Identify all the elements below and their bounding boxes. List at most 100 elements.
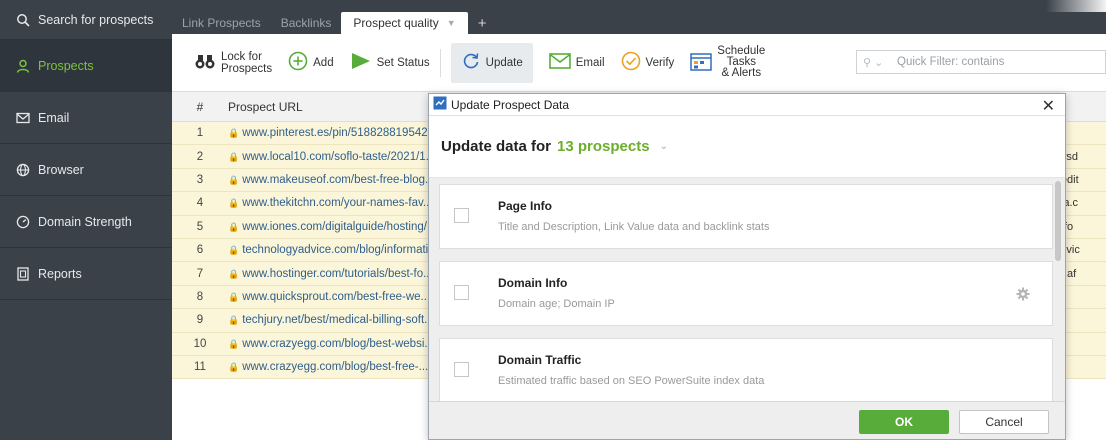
prospect-url-link[interactable]: 🔒 technologyadvice.com/blog/informati... xyxy=(228,244,428,256)
binoculars-icon xyxy=(194,52,216,73)
quick-filter-input[interactable]: ⚲ ⌄ Quick Filter: contains xyxy=(856,50,1106,74)
options-list: Page Info Title and Description, Link Va… xyxy=(429,179,1065,403)
sidebar-item-label: Reports xyxy=(38,266,82,281)
search-prospects-button[interactable]: Search for prospects xyxy=(0,0,172,40)
tab-label: Backlinks xyxy=(280,16,332,30)
column-header-num[interactable]: # xyxy=(172,100,228,114)
sidebar-item-domain-strength[interactable]: Domain Strength xyxy=(0,196,172,248)
tab-label: Prospect quality xyxy=(353,16,439,30)
prospect-url-link[interactable]: 🔒 www.quicksprout.com/best-free-we... xyxy=(228,291,428,303)
schedule-tasks-button[interactable]: Schedule Tasks & Alerts xyxy=(690,43,765,83)
prospect-url: www.makeuseof.com/best-free-blog... xyxy=(242,173,428,186)
row-number: 6 xyxy=(196,244,204,257)
cancel-button[interactable]: Cancel xyxy=(959,410,1049,434)
prospect-url-link[interactable]: 🔒 www.local10.com/soflo-taste/2021/1... xyxy=(228,151,428,163)
mail-icon xyxy=(548,53,571,72)
quick-filter-placeholder: Quick Filter: contains xyxy=(897,56,1005,68)
prospect-url: techjury.net/best/medical-billing-soft..… xyxy=(242,314,428,327)
option-title: Page Info xyxy=(498,199,553,213)
tab-backlinks[interactable]: Backlinks xyxy=(271,12,342,34)
lock-for-prospects-button[interactable]: Lock for Prospects xyxy=(194,43,272,83)
prospect-url: www.crazyegg.com/blog/best-websi... xyxy=(242,337,428,350)
prospect-url: www.local10.com/soflo-taste/2021/1... xyxy=(242,150,428,163)
search-icon[interactable]: ⚲ ⌄ xyxy=(857,56,897,69)
toolbar-divider xyxy=(439,48,441,77)
dialog-footer: OK Cancel xyxy=(429,401,1065,439)
mail-icon xyxy=(16,111,30,125)
set-status-button[interactable]: Set Status xyxy=(350,43,430,83)
search-prospects-label: Search for prospects xyxy=(38,12,154,27)
domain-info-checkbox[interactable] xyxy=(454,285,469,300)
search-icon xyxy=(16,13,30,27)
corner-fade xyxy=(1046,0,1106,12)
globe-icon xyxy=(16,163,30,177)
sidebar-item-label: Prospects xyxy=(38,58,94,73)
schedule-label: Schedule Tasks & Alerts xyxy=(717,45,765,79)
verify-label: Verify xyxy=(645,56,675,69)
sidebar-item-label: Domain Strength xyxy=(38,214,132,229)
row-number: 5 xyxy=(196,220,204,233)
set-status-label: Set Status xyxy=(376,56,430,69)
update-button[interactable]: Update xyxy=(450,42,533,83)
prospect-url-link[interactable]: 🔒 techjury.net/best/medical-billing-soft.… xyxy=(228,314,428,326)
lock-icon: 🔒 xyxy=(228,315,240,326)
prospect-url: www.quicksprout.com/best-free-we... xyxy=(242,290,428,303)
prospect-url-link[interactable]: 🔒 www.pinterest.es/pin/518828819542... xyxy=(228,127,428,139)
top-strip xyxy=(172,0,1106,12)
prospect-count-dropdown[interactable]: 13 prospects xyxy=(557,138,650,155)
update-label: Update xyxy=(485,56,523,69)
lock-icon: 🔒 xyxy=(228,338,240,349)
lock-icon: 🔒 xyxy=(228,291,240,302)
row-number: 10 xyxy=(193,337,207,350)
lock-icon: 🔒 xyxy=(228,362,240,373)
option-domain-traffic[interactable]: Domain Traffic Estimated traffic based o… xyxy=(439,338,1053,403)
report-icon xyxy=(16,266,30,281)
column-header-url[interactable]: Prospect URL xyxy=(228,100,303,114)
prospect-url-link[interactable]: 🔒 www.makeuseof.com/best-free-blog... xyxy=(228,174,428,186)
chevron-down-icon[interactable]: ▼ xyxy=(447,18,456,28)
lock-line-1: Lock for xyxy=(221,50,262,63)
sidebar-item-prospects[interactable]: Prospects xyxy=(0,40,172,92)
tab-label: Link Prospects xyxy=(182,16,261,30)
prospect-url-link[interactable]: 🔒 www.crazyegg.com/blog/best-free-... xyxy=(228,361,428,373)
row-number: 2 xyxy=(196,150,204,163)
prospect-url-link[interactable]: 🔒 www.thekitchn.com/your-names-fav... xyxy=(228,197,428,209)
sidebar-item-browser[interactable]: Browser xyxy=(0,144,172,196)
verify-button[interactable]: Verify xyxy=(621,43,675,83)
sidebar: Search for prospects Prospects Email Bro… xyxy=(0,0,172,440)
scroll-thumb[interactable] xyxy=(1055,181,1061,261)
add-button[interactable]: Add xyxy=(288,43,334,83)
lock-icon: 🔒 xyxy=(228,221,240,232)
add-tab-button[interactable]: + xyxy=(468,12,497,34)
row-number: 11 xyxy=(194,361,206,374)
option-description: Domain age; Domain IP xyxy=(498,298,615,310)
app-icon xyxy=(433,96,451,113)
toolbar: Lock for Prospects Add Set Status Update … xyxy=(172,34,1106,92)
prospect-url-link[interactable]: 🔒 www.iones.com/digitalguide/hosting/... xyxy=(228,221,428,233)
gear-icon[interactable] xyxy=(1016,287,1030,301)
domain-traffic-checkbox[interactable] xyxy=(454,362,469,377)
prospect-url-link[interactable]: 🔒 www.hostinger.com/tutorials/best-fo... xyxy=(228,268,428,280)
lock-icon: 🔒 xyxy=(228,174,240,185)
person-icon xyxy=(16,59,30,73)
prospect-url-link[interactable]: 🔒 www.crazyegg.com/blog/best-websi... xyxy=(228,338,428,350)
option-title: Domain Traffic xyxy=(498,353,582,367)
row-number: 7 xyxy=(196,267,204,280)
option-domain-info[interactable]: Domain Info Domain age; Domain IP xyxy=(439,261,1053,326)
lock-icon: 🔒 xyxy=(228,128,240,139)
email-button[interactable]: Email xyxy=(548,43,605,83)
sidebar-item-reports[interactable]: Reports xyxy=(0,248,172,300)
ok-button[interactable]: OK xyxy=(859,410,949,434)
option-page-info[interactable]: Page Info Title and Description, Link Va… xyxy=(439,184,1053,249)
dialog-header: Update data for 13 prospects ⌄ xyxy=(429,116,1065,178)
sidebar-item-email[interactable]: Email xyxy=(0,92,172,144)
tab-link-prospects[interactable]: Link Prospects xyxy=(172,12,271,34)
close-icon[interactable]: ✕ xyxy=(1042,96,1055,116)
page-info-checkbox[interactable] xyxy=(454,208,469,223)
gauge-icon xyxy=(16,215,30,229)
tab-prospect-quality[interactable]: Prospect quality ▼ xyxy=(341,12,468,34)
sidebar-item-label: Email xyxy=(38,110,70,125)
chevron-down-icon[interactable]: ⌄ xyxy=(660,141,668,152)
dialog-scrollbar[interactable] xyxy=(1055,179,1061,403)
prospect-url: www.pinterest.es/pin/518828819542... xyxy=(242,127,428,140)
